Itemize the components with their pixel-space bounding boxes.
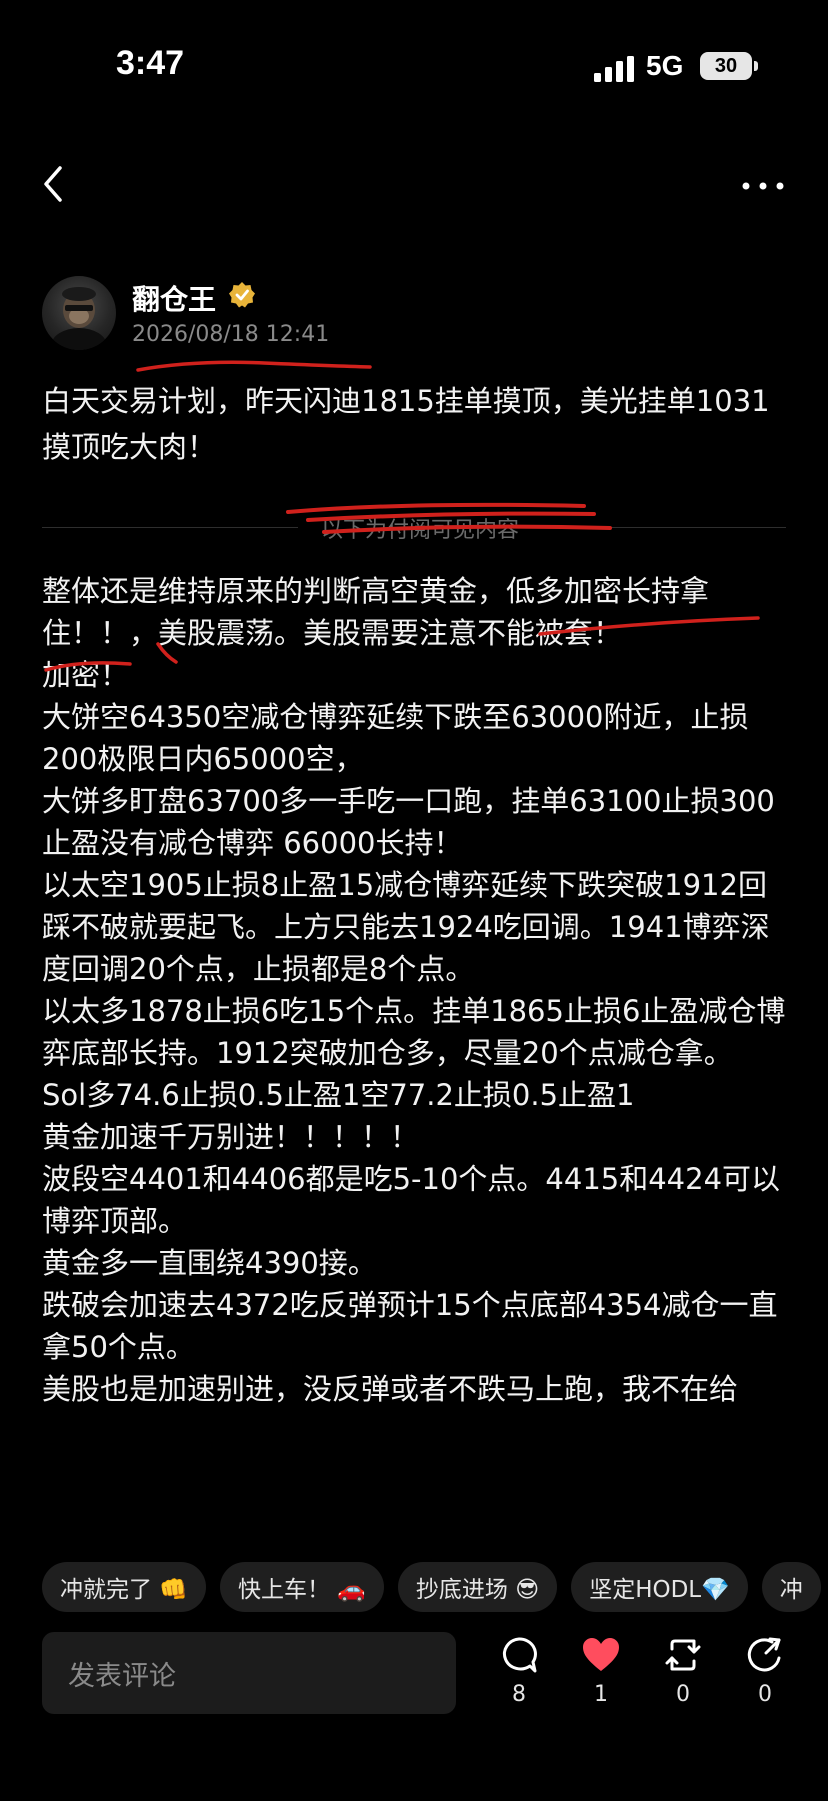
body-line: 以太多1878止损6吃15个点。挂单1865止损6止盈减仓博弈底部长持。1912… [42,994,786,1070]
post-body: 整体还是维持原来的判断高空黄金，低多加密长持拿住！！，美股震荡。美股需要注意不能… [42,570,790,1538]
heart-icon [583,1638,619,1671]
author-avatar[interactable] [42,276,116,350]
body-line: 波段空4401和4406都是吃5-10个点。4415和4424可以博弈顶部。 [42,1162,781,1238]
divider-line-left [42,527,298,528]
ape-avatar-icon [51,287,107,350]
quick-reply-chip[interactable]: 快上车！ 🚗 [219,1562,384,1612]
body-line: 大饼空64350空减仓博弈延续下跌至63000附近，止损200极限日内65000… [42,700,749,776]
battery-icon: 30 [700,52,752,80]
quick-reply-chip[interactable]: 冲就完了 👊 [42,1562,206,1612]
signal-icon [594,56,634,82]
author-name[interactable]: 翻仓王 [132,278,216,318]
body-line: 黄金多一直围绕4390接。 [42,1246,377,1280]
post-intro: 白天交易计划，昨天闪迪1815挂单摸顶，美光挂单1031摸顶吃大肉！ [42,384,770,464]
body-line: 黄金加速千万别进！！！！！ [42,1120,420,1154]
quick-reply-chip[interactable]: 坚定HODL💎 [571,1562,748,1612]
repost-icon [665,1639,701,1671]
battery-nub [754,61,758,71]
quick-reply-chip[interactable]: 冲 [761,1562,821,1612]
quick-reply-bar: 冲就完了 👊 快上车！ 🚗 抄底进场 😎 坚定HODL💎 冲 [42,1562,828,1614]
share-count: 0 [758,1682,772,1707]
body-line: Sol多74.6止损0.5止盈1空77.2止损0.5止盈1 [42,1078,635,1112]
battery-level: 30 [714,54,738,77]
body-line: 加密！ [42,658,130,692]
comment-count: 8 [512,1682,526,1707]
share-icon [747,1637,781,1672]
back-arrow-icon[interactable] [36,160,72,208]
post-timestamp: 2026/08/18 12:41 [132,322,330,347]
status-time: 3:47 [116,44,185,82]
paywall-divider-label: 以下为付阅可见内容 [320,518,519,543]
comment-bubble-icon [503,1637,537,1673]
body-line: 大饼多盯盘63700多一手吃一口跑，挂单63100止损300止盈没有减仓博弈 6… [42,784,775,860]
status-bar: 3:47 5G 30 [0,0,828,120]
body-line: 跌破会加速去4372吃反弹预计15个点底部4354减仓一直拿50个点。 [42,1288,778,1364]
divider-line-right [542,527,786,528]
red-annotation-underline [136,360,372,372]
body-line: 以太空1905止损8止盈15减仓博弈延续下跌突破1912回踩不破就要起飞。上方只… [42,868,770,986]
comment-button[interactable]: 8 [484,1636,554,1716]
verified-badge-icon [229,282,255,308]
like-button[interactable]: 1 [566,1636,636,1716]
repost-count: 0 [676,1682,690,1707]
share-button[interactable]: 0 [730,1636,800,1716]
body-line: 美股也是加速别进，没反弹或者不跌马上跑，我不在给 [42,1372,739,1406]
repost-button[interactable]: 0 [648,1636,718,1716]
comment-input[interactable]: 发表评论 [42,1632,456,1714]
more-options-icon[interactable] [740,168,786,204]
like-count: 1 [594,1682,608,1707]
network-label: 5G [646,50,684,81]
body-line: 整体还是维持原来的判断高空黄金，低多加密长持拿住！！，美股震荡。美股需要注意不能… [42,574,710,650]
quick-reply-chip[interactable]: 抄底进场 😎 [397,1562,558,1612]
